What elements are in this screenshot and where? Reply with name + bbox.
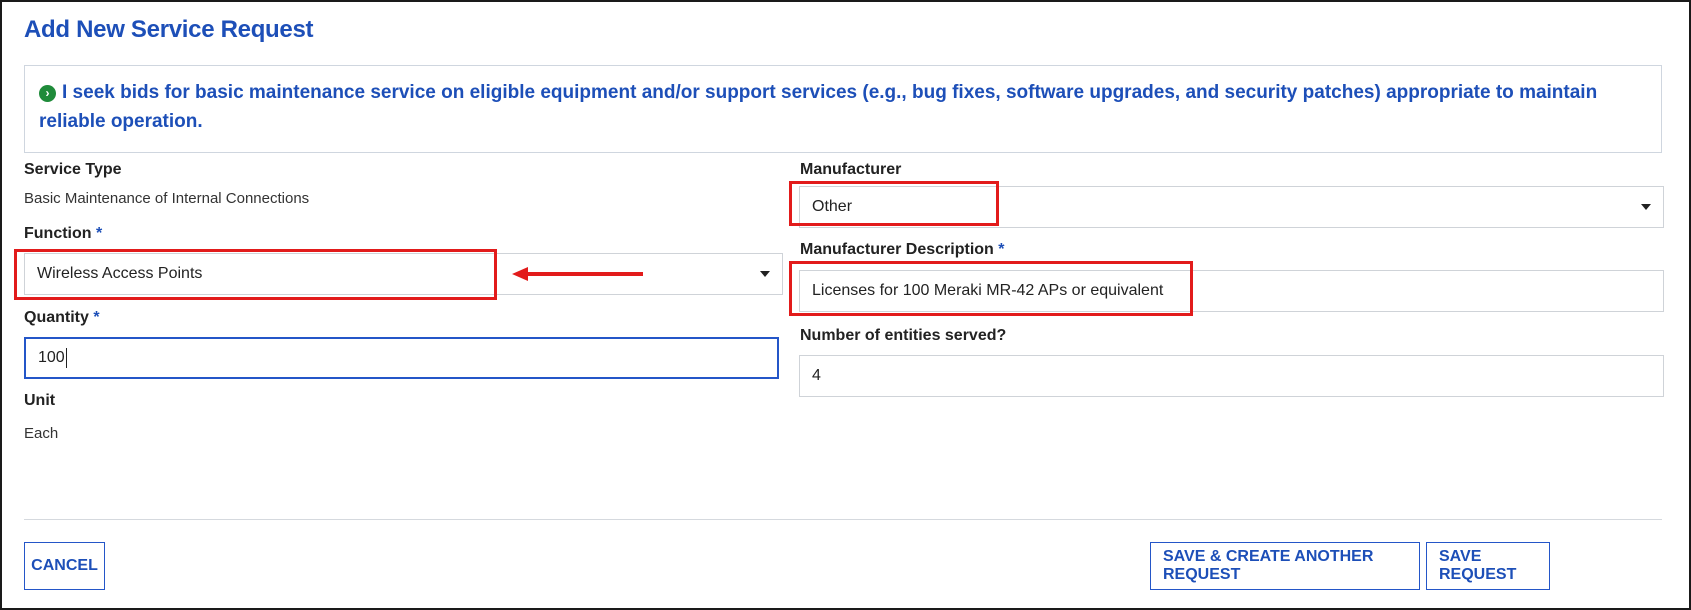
notice-text-row: › I seek bids for basic maintenance servi…	[39, 78, 1647, 136]
function-label: Function *	[24, 225, 102, 243]
quantity-label-text: Quantity	[24, 309, 89, 326]
caret-down-icon	[760, 271, 770, 277]
quantity-input[interactable]: 100	[24, 337, 779, 379]
footer-divider	[24, 519, 1662, 520]
service-type-label: Service Type	[24, 161, 122, 178]
required-mark: *	[93, 309, 100, 326]
manufacturer-description-highlight-box	[789, 261, 1193, 316]
entities-served-input[interactable]: 4	[799, 355, 1664, 397]
entities-served-value: 4	[812, 367, 821, 384]
service-type-value: Basic Maintenance of Internal Connection…	[24, 190, 310, 207]
cancel-button[interactable]: CANCEL	[24, 542, 105, 590]
save-and-create-another-button[interactable]: SAVE & CREATE ANOTHER REQUEST	[1150, 542, 1420, 590]
chevron-right-circle-icon: ›	[39, 85, 56, 102]
page-title: Add New Service Request	[24, 16, 314, 43]
manufacturer-highlight-box	[789, 181, 999, 226]
text-cursor	[65, 348, 67, 368]
arrow-left-icon	[512, 267, 643, 281]
notice-box: › I seek bids for basic maintenance servi…	[24, 65, 1662, 153]
function-highlight-box	[14, 249, 497, 300]
required-mark: *	[998, 241, 1005, 258]
manufacturer-description-label: Manufacturer Description *	[800, 241, 1005, 259]
manufacturer-label: Manufacturer	[800, 161, 902, 178]
unit-label: Unit	[24, 392, 56, 409]
manufacturer-description-label-text: Manufacturer Description	[800, 241, 994, 258]
save-request-button[interactable]: SAVE REQUEST	[1426, 542, 1550, 590]
function-label-text: Function	[24, 225, 92, 242]
notice-text: I seek bids for basic maintenance servic…	[39, 82, 1598, 132]
entities-served-label: Number of entities served?	[800, 327, 1007, 344]
quantity-input-value: 100	[38, 349, 65, 366]
caret-down-icon	[1641, 204, 1651, 210]
unit-value: Each	[24, 425, 59, 442]
quantity-label: Quantity *	[24, 309, 100, 327]
required-mark: *	[96, 225, 103, 242]
